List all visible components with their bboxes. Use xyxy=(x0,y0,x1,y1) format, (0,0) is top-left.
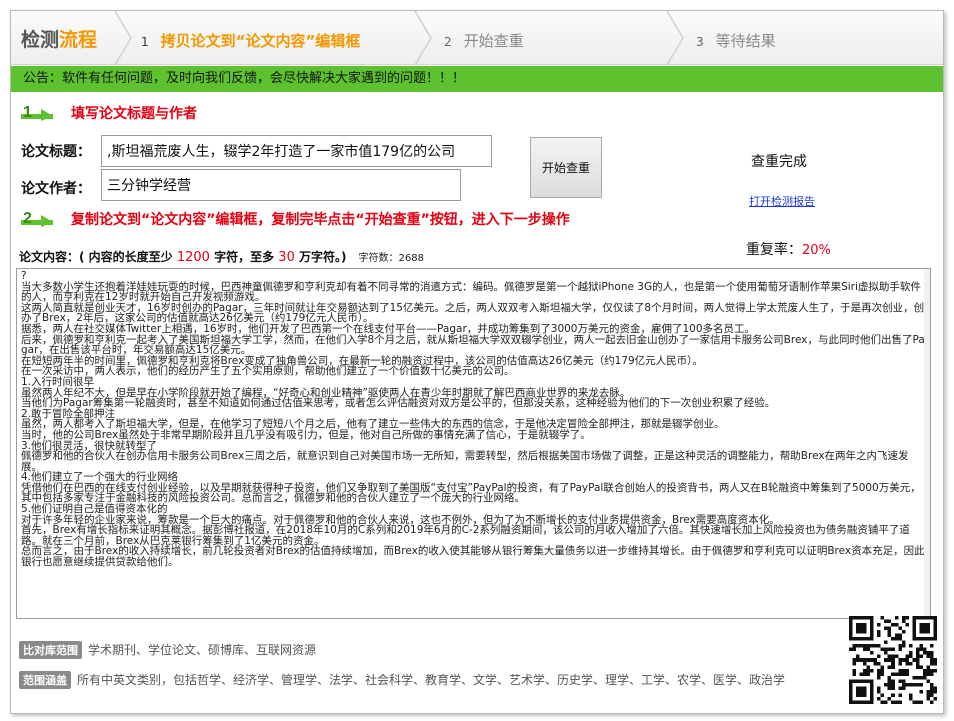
step-1: 1 拷贝论文到“论文内容”编辑框 xyxy=(141,32,361,50)
chevron-right-icon xyxy=(663,11,687,65)
title-label: 论文标题： xyxy=(21,144,91,160)
repeat-rate: 重复率：20% xyxy=(746,242,831,258)
chevron-right-icon xyxy=(111,11,135,65)
step-progress-bar: 检测流程 1 拷贝论文到“论文内容”编辑框 2 开始查重 3 等待结果 xyxy=(11,11,943,65)
announcement-bar: 公告：软件有任何问题，及时向我们反馈，会尽快解决大家遇到的问题！！！ xyxy=(11,66,943,92)
check-status: 查重完成 xyxy=(751,154,807,170)
qr-code-icon xyxy=(849,616,937,704)
content-scrollbar[interactable] xyxy=(924,269,930,618)
char-count: 字符数：2688 xyxy=(358,253,424,264)
paper-author-input[interactable] xyxy=(101,169,461,201)
compare-scope-row: 比对库范围 学术期刊、学位论文、硕博库、互联网资源 xyxy=(19,641,316,659)
author-label: 论文作者： xyxy=(21,181,91,197)
repeat-rate-value: 20% xyxy=(802,243,831,258)
compare-scope-tag: 比对库范围 xyxy=(19,641,82,659)
step-one-badge-icon: 1 xyxy=(19,103,55,125)
paper-title-input[interactable] xyxy=(101,135,492,167)
paper-content-text: ? 当大多数小学生还抱着洋娃娃玩耍的时候，巴西神童佩德罗和亨利克却有着不同寻常的消… xyxy=(21,270,925,569)
paper-content-textarea[interactable]: ? 当大多数小学生还抱着洋娃娃玩耍的时候，巴西神童佩德罗和亨利克却有着不同寻常的消… xyxy=(16,268,931,619)
step-3: 3 等待结果 xyxy=(696,32,776,50)
svg-text:2: 2 xyxy=(23,210,32,227)
open-report-link[interactable]: 打开检测报告 xyxy=(749,193,815,209)
flow-title: 检测流程 xyxy=(21,29,98,51)
section-2-title: 2 复制论文到“论文内容”编辑框，复制完毕点击“开始查重”按钮，进入下一步操作 xyxy=(19,209,570,231)
step-2: 2 开始查重 xyxy=(444,32,524,50)
section-1-title: 1 填写论文标题与作者 xyxy=(19,103,197,125)
app-window: 检测流程 1 拷贝论文到“论文内容”编辑框 2 开始查重 3 等待结果 公告：软件有任… xyxy=(10,10,944,714)
coverage-tag: 范围涵盖 xyxy=(19,671,71,689)
content-length-hint: 论文内容：( 内容的长度至少 1200 字符，至多 30 万字符。) 字符数：26… xyxy=(19,250,424,265)
step-two-badge-icon: 2 xyxy=(19,209,55,231)
svg-text:1: 1 xyxy=(23,104,32,121)
coverage-row: 范围涵盖 所有中英文类别，包括哲学、经济学、管理学、法学、社会科学、教育学、文学、… xyxy=(19,671,785,689)
chevron-right-icon xyxy=(411,11,435,65)
start-check-button[interactable]: 开始查重 xyxy=(530,137,602,198)
